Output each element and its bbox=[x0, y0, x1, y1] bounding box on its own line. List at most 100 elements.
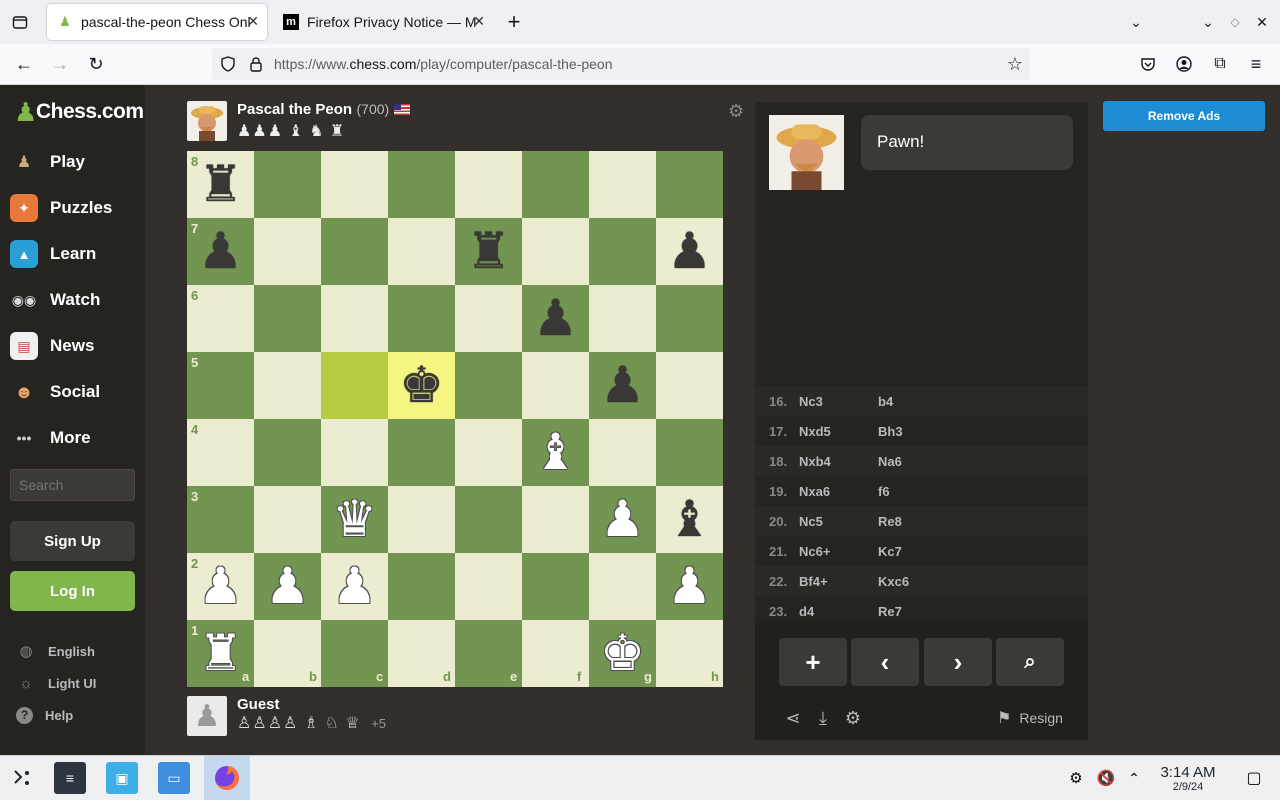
white-pawn-piece[interactable]: ♟ bbox=[656, 553, 723, 620]
square-g8[interactable] bbox=[589, 151, 656, 218]
square-b4[interactable] bbox=[254, 419, 321, 486]
help-link[interactable]: ? Help bbox=[16, 703, 73, 727]
square-h4[interactable] bbox=[656, 419, 723, 486]
black-move[interactable]: Kxc6 bbox=[878, 574, 909, 589]
player-avatar[interactable]: ♟ bbox=[187, 696, 227, 736]
board-settings-gear-icon[interactable]: ⚙ bbox=[728, 101, 748, 121]
sidebar-item-social[interactable]: ☻ Social bbox=[10, 372, 138, 412]
sidebar-item-more[interactable]: ••• More bbox=[10, 418, 138, 458]
square-e5[interactable] bbox=[455, 352, 522, 419]
sidebar-item-puzzles[interactable]: ✦ Puzzles bbox=[10, 188, 138, 228]
chess-com-logo[interactable]: ♟ Chess.com bbox=[14, 97, 144, 127]
square-b5[interactable] bbox=[254, 352, 321, 419]
black-pawn-piece[interactable]: ♟ bbox=[589, 352, 656, 419]
sidebar-item-watch[interactable]: ◉◉ Watch bbox=[10, 280, 138, 320]
square-c6[interactable] bbox=[321, 285, 388, 352]
white-move[interactable]: Nc3 bbox=[799, 394, 823, 409]
white-pawn-piece[interactable]: ♟ bbox=[321, 553, 388, 620]
sign-up-button[interactable]: Sign Up bbox=[10, 521, 135, 561]
list-tabs-icon[interactable]: ⌄ bbox=[1122, 8, 1150, 36]
language-link[interactable]: ◍ English bbox=[16, 639, 95, 663]
log-in-button[interactable]: Log In bbox=[10, 571, 135, 611]
back-icon[interactable]: ← bbox=[10, 50, 38, 78]
black-pawn-piece[interactable]: ♟ bbox=[522, 285, 589, 352]
lock-icon[interactable] bbox=[242, 50, 270, 78]
square-c4[interactable] bbox=[321, 419, 388, 486]
square-e6[interactable] bbox=[455, 285, 522, 352]
square-e4[interactable] bbox=[455, 419, 522, 486]
square-h5[interactable] bbox=[656, 352, 723, 419]
resign-button[interactable]: ⚑ Resign bbox=[997, 708, 1063, 728]
opponent-name[interactable]: Pascal the Peon bbox=[237, 101, 352, 118]
black-move[interactable]: Re7 bbox=[878, 604, 902, 619]
analysis-button[interactable]: ⌕ bbox=[996, 638, 1064, 686]
square-f2[interactable] bbox=[522, 553, 589, 620]
square-e3[interactable] bbox=[455, 486, 522, 553]
black-move[interactable]: Na6 bbox=[878, 454, 902, 469]
sidebar-item-learn[interactable]: ▲ Learn bbox=[10, 234, 138, 274]
download-icon[interactable]: ⤓ bbox=[811, 706, 835, 730]
white-pawn-piece[interactable]: ♟ bbox=[589, 486, 656, 553]
square-g6[interactable] bbox=[589, 285, 656, 352]
black-king-piece[interactable]: ♚ bbox=[388, 352, 455, 419]
chess-board[interactable]: 8 7 6 5 4 3 2 1 a b c d e f g h ♜ ♟ ♜ ♟ ♟ ♚ ♟ ♝ ♛ ♟ ♝ ♟ ♟ ♟ ♟ ♜ ♚ bbox=[187, 151, 723, 687]
square-h6[interactable] bbox=[656, 285, 723, 352]
extensions-icon[interactable]: ⧉ bbox=[1206, 50, 1234, 78]
white-move[interactable]: Nc5 bbox=[799, 514, 823, 529]
firefox-icon[interactable] bbox=[204, 756, 250, 800]
square-d3[interactable] bbox=[388, 486, 455, 553]
square-c5[interactable] bbox=[321, 352, 388, 419]
black-move[interactable]: f6 bbox=[878, 484, 890, 499]
square-d7[interactable] bbox=[388, 218, 455, 285]
white-move[interactable]: Nxb4 bbox=[799, 454, 831, 469]
square-e2[interactable] bbox=[455, 553, 522, 620]
black-pawn-piece[interactable]: ♟ bbox=[187, 218, 254, 285]
black-pawn-piece[interactable]: ♟ bbox=[656, 218, 723, 285]
square-f3[interactable] bbox=[522, 486, 589, 553]
square-g4[interactable] bbox=[589, 419, 656, 486]
new-tab-icon[interactable]: + bbox=[500, 8, 528, 36]
search-input[interactable] bbox=[10, 469, 135, 501]
move-list[interactable]: 16. Nc3 b4 17. Nxd5 Bh3 18. Nxb4 Na6 19. Nxa6 f6 20.… bbox=[755, 292, 1088, 716]
player-name[interactable]: Guest bbox=[237, 696, 386, 713]
new-game-button[interactable]: + bbox=[779, 638, 847, 686]
square-g2[interactable] bbox=[589, 553, 656, 620]
square-b7[interactable] bbox=[254, 218, 321, 285]
square-d2[interactable] bbox=[388, 553, 455, 620]
tab-privacy-notice[interactable]: m Firefox Privacy Notice — Mozilla ✕ bbox=[273, 4, 493, 40]
black-rook-piece[interactable]: ♜ bbox=[187, 151, 254, 218]
white-king-piece[interactable]: ♚ bbox=[589, 620, 656, 687]
square-g7[interactable] bbox=[589, 218, 656, 285]
settings-gear-icon[interactable]: ⚙ bbox=[841, 706, 865, 730]
sidebar-item-news[interactable]: ▤ News bbox=[10, 326, 138, 366]
square-c8[interactable] bbox=[321, 151, 388, 218]
square-f5[interactable] bbox=[522, 352, 589, 419]
show-desktop-icon[interactable]: ▢ bbox=[1238, 762, 1270, 794]
black-move[interactable]: Re8 bbox=[878, 514, 902, 529]
white-move[interactable]: Nc6+ bbox=[799, 544, 830, 559]
square-d8[interactable] bbox=[388, 151, 455, 218]
square-d6[interactable] bbox=[388, 285, 455, 352]
system-settings-icon[interactable]: ≡ bbox=[54, 762, 86, 794]
white-bishop-piece[interactable]: ♝ bbox=[522, 419, 589, 486]
discover-store-icon[interactable]: ▣ bbox=[106, 762, 138, 794]
white-move[interactable]: d4 bbox=[799, 604, 814, 619]
square-b3[interactable] bbox=[254, 486, 321, 553]
white-queen-piece[interactable]: ♛ bbox=[321, 486, 388, 553]
tab-chess[interactable]: ♟ pascal-the-peon Chess Online ✕ bbox=[47, 4, 267, 40]
forward-icon[interactable]: → bbox=[46, 50, 74, 78]
close-tab-icon[interactable]: ✕ bbox=[247, 13, 259, 30]
next-move-button[interactable]: › bbox=[924, 638, 992, 686]
white-move[interactable]: Bf4+ bbox=[799, 574, 828, 589]
black-bishop-piece[interactable]: ♝ bbox=[656, 486, 723, 553]
square-f8[interactable] bbox=[522, 151, 589, 218]
remove-ads-button[interactable]: Remove Ads bbox=[1103, 101, 1265, 131]
network-icon[interactable]: ⚙ bbox=[1060, 762, 1092, 794]
light-ui-link[interactable]: ☼ Light UI bbox=[16, 671, 96, 695]
file-manager-icon[interactable]: ▭ bbox=[158, 762, 190, 794]
square-c7[interactable] bbox=[321, 218, 388, 285]
minimize-window-icon[interactable]: ⌄ bbox=[1194, 8, 1222, 36]
square-f7[interactable] bbox=[522, 218, 589, 285]
white-move[interactable]: Nxd5 bbox=[799, 424, 831, 439]
square-h8[interactable] bbox=[656, 151, 723, 218]
